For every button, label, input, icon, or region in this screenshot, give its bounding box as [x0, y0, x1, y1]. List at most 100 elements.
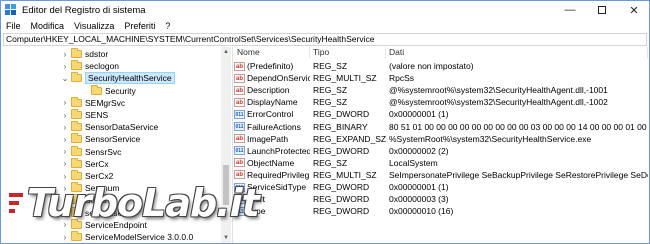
tree-item[interactable]: ⌄ SecurityHealthService	[61, 72, 175, 85]
folder-icon	[71, 157, 82, 168]
string-value-icon: ab	[234, 61, 245, 71]
binary-value-icon: 011	[234, 122, 245, 131]
value-type: REG_MULTI_SZ	[313, 73, 377, 84]
value-name: ImagePath	[247, 133, 289, 144]
string-value-icon: ab	[234, 97, 245, 107]
value-row[interactable]: ab DependOnService REG_MULTI_SZ RpcSs	[234, 72, 648, 84]
value-data: SeImpersonatePrivilege SeBackupPrivilege…	[389, 169, 648, 180]
value-name: DisplayName	[247, 97, 298, 108]
column-header-data[interactable]: Dati	[386, 47, 648, 58]
folder-icon	[71, 121, 82, 132]
tree-item-label: SensorService	[85, 134, 141, 145]
chevron-right-icon[interactable]: ›	[61, 62, 69, 71]
menu-preferiti[interactable]: Preferiti	[119, 21, 160, 31]
value-data: 0x00000010 (16)	[389, 206, 454, 217]
value-type: REG_SZ	[313, 85, 348, 96]
watermark-text: TurboLab.it	[27, 181, 260, 225]
tree-item-label: sdstor	[85, 49, 109, 59]
value-row[interactable]: ab (Predefinito) REG_SZ (valore non imposta…	[234, 60, 648, 72]
tree-item[interactable]: › SensorService	[61, 133, 140, 145]
chevron-right-icon[interactable]: ›	[61, 50, 69, 59]
value-row[interactable]: 011 Type REG_DWORD 0x00000010 (16)	[234, 205, 648, 217]
maximize-icon	[598, 6, 606, 14]
menu-help[interactable]: ?	[160, 21, 175, 31]
list-header: Nome Tipo Dati	[234, 47, 648, 58]
value-name-cell: 011 FailureActions	[234, 122, 310, 132]
value-type: REG_SZ	[313, 61, 348, 71]
tree-item[interactable]: › ServiceModelService 3.0.0.0	[61, 231, 193, 243]
chevron-right-icon[interactable]: ›	[61, 159, 69, 168]
column-header-name[interactable]: Nome	[234, 47, 310, 58]
chevron-right-icon[interactable]: ›	[61, 135, 69, 144]
value-row[interactable]: 011 ServiceSidType REG_DWORD 0x00000001 (1)	[234, 181, 648, 193]
scroll-down-icon[interactable]: ▼	[221, 233, 231, 243]
folder-icon	[71, 60, 82, 71]
value-name-cell: ab (Predefinito)	[234, 61, 310, 71]
tree-item[interactable]: › SensrSvc	[61, 145, 121, 158]
chevron-right-icon[interactable]: ›	[61, 111, 69, 120]
value-row[interactable]: 011 LaunchProtected REG_DWORD 0x00000002 (2…	[234, 145, 648, 157]
minimize-icon: —	[564, 4, 576, 16]
menu-visualizza[interactable]: Visualizza	[69, 21, 119, 31]
binary-value-icon: 011	[234, 109, 245, 119]
value-name: RequiredPrivileg...	[247, 169, 310, 180]
folder-icon	[71, 109, 82, 119]
string-value-icon: ab	[234, 85, 245, 95]
value-name: FailureActions	[247, 121, 301, 132]
value-row[interactable]: 011 Start REG_DWORD 0x00000003 (3)	[234, 193, 648, 205]
folder-icon	[91, 84, 102, 95]
tree-item[interactable]: › SENS	[61, 109, 108, 121]
scroll-up-icon[interactable]: ▲	[221, 47, 231, 57]
value-type: REG_DWORD	[313, 194, 370, 205]
value-type: REG_BINARY	[313, 121, 368, 132]
tree-item[interactable]: Security	[81, 84, 136, 97]
value-row[interactable]: ab DisplayName REG_SZ @%systemroot%\system3…	[234, 96, 648, 108]
folder-icon	[71, 145, 82, 156]
value-row[interactable]: ab ObjectName REG_SZ LocalSystem	[234, 157, 648, 169]
tree-item[interactable]: › SerCx	[61, 157, 109, 170]
maximize-button[interactable]	[587, 1, 617, 19]
chevron-right-icon[interactable]: ›	[61, 172, 69, 181]
tree-item-label: SerCx	[85, 158, 109, 169]
chevron-right-icon[interactable]: ›	[61, 147, 69, 156]
tree-item-label: SENS	[85, 110, 109, 120]
value-data: (valore non impostato)	[389, 61, 474, 71]
chevron-down-icon[interactable]: ⌄	[61, 74, 69, 83]
value-type: REG_EXPAND_SZ	[313, 133, 386, 144]
tree-item[interactable]: › SensorDataService	[61, 121, 158, 133]
menu-modifica[interactable]: Modifica	[26, 21, 70, 31]
value-type: REG_MULTI_SZ	[313, 169, 377, 180]
value-row[interactable]: 011 FailureActions REG_BINARY 80 51 01 00 0…	[234, 121, 648, 133]
tree-item-label: ServiceModelService 3.0.0.0	[85, 232, 194, 242]
value-name-cell: 011 ErrorControl	[234, 109, 310, 119]
value-type: REG_DWORD	[313, 206, 370, 217]
column-header-type[interactable]: Tipo	[310, 47, 386, 58]
chevron-right-icon[interactable]: ›	[61, 233, 69, 242]
chevron-right-icon[interactable]: ›	[61, 98, 69, 107]
tree-item[interactable]: › seclogon	[61, 60, 119, 72]
value-name: (Predefinito)	[247, 61, 294, 71]
string-value-icon: ab	[234, 134, 245, 144]
chevron-right-icon[interactable]: ›	[61, 123, 69, 132]
tree-item[interactable]: › SEMgrSvc	[61, 96, 126, 109]
regedit-window: Editor del Registro di sistema — ✕ File …	[0, 0, 650, 244]
value-data: %SystemRoot%\system32\SecurityHealthServ…	[389, 133, 592, 144]
value-row[interactable]: ab ImagePath REG_EXPAND_SZ %SystemRoot%\sys…	[234, 133, 648, 145]
menu-file[interactable]: File	[1, 21, 26, 31]
title-bar[interactable]: Editor del Registro di sistema — ✕	[1, 1, 649, 19]
close-button[interactable]: ✕	[619, 1, 649, 19]
value-name-cell: ab ImagePath	[234, 134, 310, 144]
tree-item-label: SEMgrSvc	[85, 97, 126, 108]
address-bar[interactable]: Computer\HKEY_LOCAL_MACHINE\SYSTEM\Curre…	[3, 33, 647, 46]
close-icon: ✕	[629, 4, 639, 17]
value-row[interactable]: 011 ErrorControl REG_DWORD 0x00000001 (1)	[234, 108, 648, 120]
minimize-button[interactable]: —	[555, 1, 585, 19]
value-name: ObjectName	[247, 157, 295, 168]
value-name-cell: ab ObjectName	[234, 158, 310, 168]
value-row[interactable]: ab Description REG_SZ @%systemroot%\system3…	[234, 84, 648, 96]
value-name: Description	[247, 85, 290, 96]
values-list-pane: Nome Tipo Dati ab (Predefinito) REG_SZ (val…	[234, 47, 648, 243]
value-row[interactable]: ab RequiredPrivileg... REG_MULTI_SZ SeImper…	[234, 169, 648, 181]
tree-item[interactable]: › sdstor	[61, 48, 108, 60]
value-type: REG_DWORD	[313, 109, 370, 120]
